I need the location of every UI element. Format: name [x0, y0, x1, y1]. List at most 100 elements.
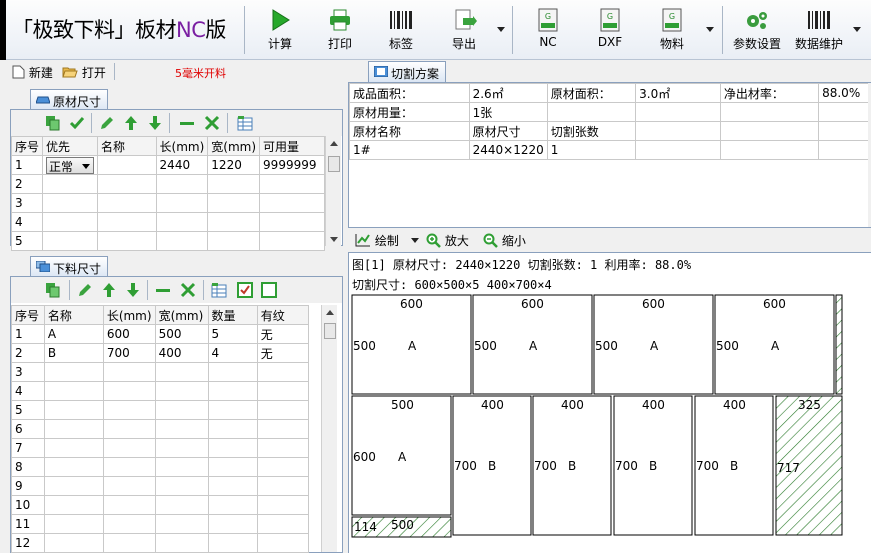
table-cell[interactable] — [102, 457, 156, 477]
table-row[interactable]: 1 A 600 500 5 无 — [11, 324, 310, 344]
table-cell[interactable] — [102, 400, 156, 420]
table-cell[interactable] — [154, 400, 209, 420]
tab-raw-material[interactable]: 原材尺寸 — [30, 89, 109, 110]
delete-icon[interactable] — [204, 115, 220, 131]
export-button[interactable]: 导出 — [440, 4, 488, 56]
table-cell[interactable] — [154, 419, 209, 439]
table-cell[interactable]: 11 — [11, 514, 45, 534]
table-cell[interactable] — [102, 381, 156, 401]
table-row[interactable]: 11 — [11, 514, 310, 534]
table-cell[interactable] — [207, 438, 258, 458]
table-cell[interactable] — [207, 533, 258, 553]
material-button[interactable]: G 物料 — [648, 4, 696, 56]
table-cell[interactable]: 500 — [154, 324, 209, 344]
table-cell[interactable] — [207, 514, 258, 534]
table-cell[interactable] — [256, 438, 310, 458]
table-cell[interactable]: 2 — [11, 343, 45, 363]
table-cell[interactable]: 400 — [154, 343, 209, 363]
table-cell[interactable] — [42, 193, 99, 213]
edit-pencil-icon[interactable] — [99, 115, 115, 131]
table-cell[interactable] — [102, 362, 156, 382]
data-maintenance-button[interactable]: 数据维护 — [792, 4, 846, 56]
table-cell[interactable]: 1220 — [207, 155, 261, 175]
table-cell[interactable] — [43, 381, 104, 401]
remove-icon[interactable] — [155, 282, 171, 298]
scrollbar-thumb[interactable] — [324, 323, 336, 339]
table-cell[interactable] — [102, 495, 156, 515]
data-maintenance-dropdown-arrow[interactable] — [853, 27, 861, 32]
scrollbar-thumb[interactable] — [328, 156, 340, 172]
calculate-button[interactable]: 计算 — [256, 4, 304, 56]
table-cell[interactable] — [207, 419, 258, 439]
column-header[interactable]: 序号 — [10, 136, 44, 156]
table-cell[interactable] — [256, 381, 310, 401]
table-cell[interactable]: 1 — [10, 155, 44, 175]
tab-cutting-plan[interactable]: 切割方案 — [368, 61, 447, 82]
scroll-down-arrow[interactable] — [330, 237, 338, 242]
table-row[interactable]: 2 B 700 400 4 无 — [11, 343, 310, 363]
draw-dropdown-arrow[interactable] — [411, 238, 419, 243]
table-cell[interactable]: 1 — [11, 324, 45, 344]
table-cell[interactable]: 700 — [102, 343, 156, 363]
waste-strip-right[interactable] — [835, 294, 843, 395]
table-cell[interactable]: 5 — [207, 324, 258, 344]
table-cell[interactable] — [155, 212, 209, 232]
column-header[interactable]: 宽(mm) — [154, 305, 209, 325]
table-cell[interactable]: 3 — [11, 362, 45, 382]
move-down-icon[interactable] — [147, 115, 163, 131]
priority-select[interactable]: 正常 — [46, 156, 95, 174]
table-cell[interactable] — [43, 533, 104, 553]
column-header[interactable]: 可用量 — [259, 136, 325, 156]
table-row[interactable]: 7 — [11, 438, 310, 458]
table-cell[interactable] — [154, 362, 209, 382]
table-row[interactable]: 10 — [11, 495, 310, 515]
table-cell[interactable] — [256, 514, 310, 534]
table-cell[interactable] — [207, 400, 258, 420]
table-cell[interactable]: 10 — [11, 495, 45, 515]
table-row[interactable]: 12 — [11, 533, 310, 553]
table-cell[interactable] — [256, 457, 310, 477]
open-button[interactable]: 打开 — [62, 64, 106, 81]
table-cell[interactable]: 600 — [102, 324, 156, 344]
table-cell[interactable] — [42, 174, 99, 194]
table-row[interactable]: 5 — [10, 231, 325, 251]
table-cell[interactable]: 无 — [256, 343, 310, 363]
table-cell[interactable] — [102, 419, 156, 439]
table-cell[interactable]: 5 — [10, 231, 44, 251]
table-cell[interactable] — [43, 457, 104, 477]
table-row[interactable]: 8 — [11, 457, 310, 477]
table-cell[interactable] — [207, 193, 261, 213]
table-cell[interactable]: 9 — [11, 476, 45, 496]
table-cell[interactable]: B — [43, 343, 104, 363]
table-cell[interactable] — [43, 495, 104, 515]
column-header[interactable]: 数量 — [207, 305, 258, 325]
table-row[interactable]: 5 — [11, 400, 310, 420]
table-cell[interactable]: 3 — [10, 193, 44, 213]
table-cell[interactable] — [102, 476, 156, 496]
table-cell[interactable] — [43, 476, 104, 496]
column-header[interactable]: 长(mm) — [102, 305, 156, 325]
select-all-checkbox-icon[interactable] — [237, 282, 253, 298]
scroll-up-arrow[interactable] — [330, 141, 338, 146]
move-up-icon[interactable] — [123, 115, 139, 131]
table-cell[interactable] — [256, 476, 310, 496]
remove-icon[interactable] — [179, 115, 195, 131]
table-cell[interactable] — [259, 174, 325, 194]
table-cell[interactable]: 4 — [11, 381, 45, 401]
zoom-in-button[interactable]: 放大 — [426, 232, 469, 249]
table-cell[interactable]: 2440 — [155, 155, 209, 175]
zoom-out-button[interactable]: 缩小 — [483, 232, 526, 249]
table-cell[interactable] — [154, 381, 209, 401]
table-cell[interactable] — [43, 362, 104, 382]
table-cell[interactable]: 4 — [207, 343, 258, 363]
table-cell[interactable] — [154, 438, 209, 458]
tab-cut-list[interactable]: 下料尺寸 — [30, 256, 109, 277]
label-button[interactable]: 标签 — [377, 4, 425, 56]
table-cell[interactable] — [102, 514, 156, 534]
copy-icon[interactable] — [45, 282, 61, 298]
table-cell[interactable] — [102, 533, 156, 553]
table-cell[interactable] — [207, 457, 258, 477]
table-cell[interactable]: 无 — [256, 324, 310, 344]
settings-button[interactable]: 参数设置 — [729, 4, 785, 56]
table-cell[interactable] — [256, 400, 310, 420]
